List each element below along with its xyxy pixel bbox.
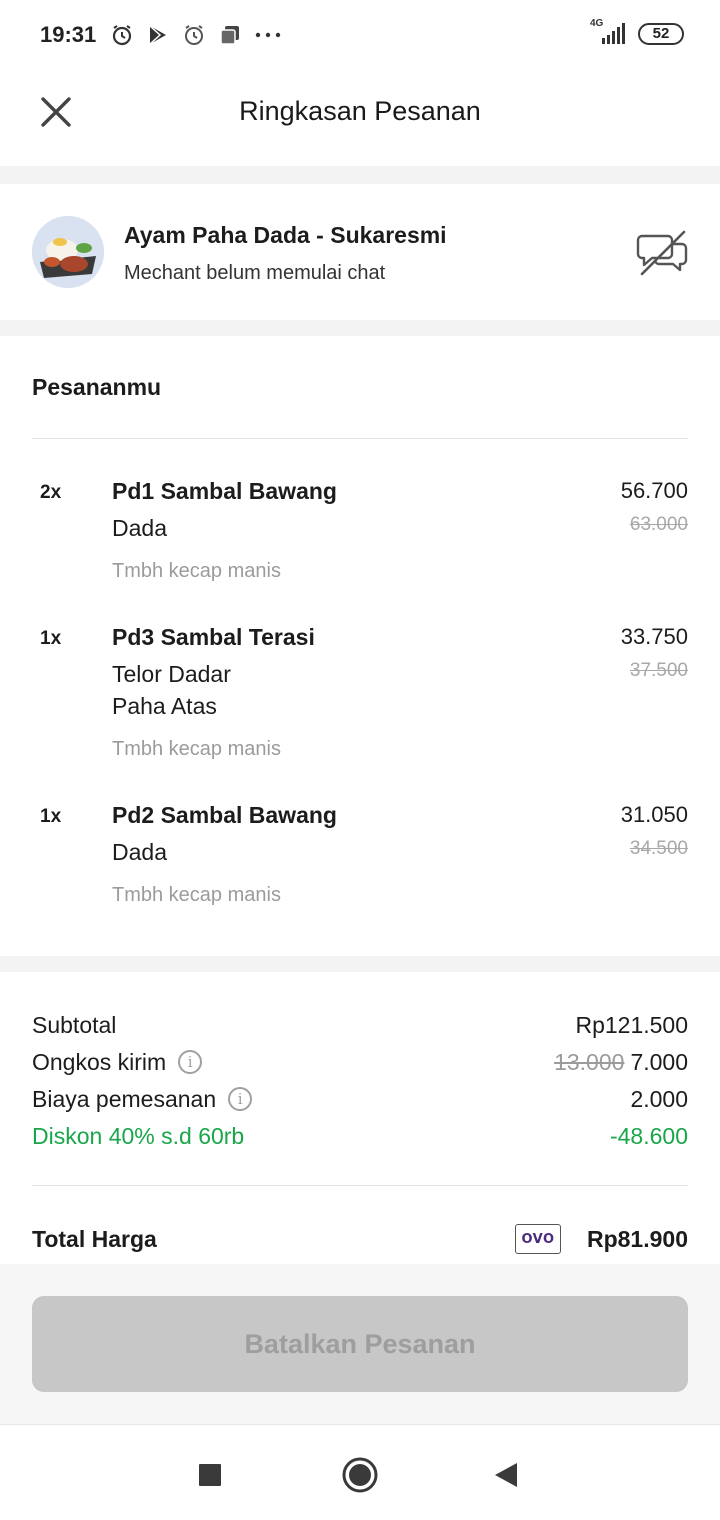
messages-icon [220, 26, 240, 45]
payment-summary: Subtotal Rp121.500 Ongkos kirim i 13.000… [0, 972, 720, 1264]
footer-actions: Batalkan Pesanan [0, 1264, 720, 1424]
status-bar: 19:31 4G 52 [0, 0, 720, 70]
divider [32, 438, 688, 439]
item-name: Pd1 Sambal Bawang [112, 478, 337, 504]
total-row: Total Harga OVO Rp81.900 [32, 1222, 688, 1256]
item-quantity: 1x [40, 806, 62, 827]
item-variant: Telor Dadar [112, 661, 231, 687]
section-gap [0, 320, 720, 336]
ovo-payment-badge: OVO [514, 1224, 561, 1254]
section-gap [0, 166, 720, 184]
chat-disabled-icon [636, 230, 688, 276]
battery-indicator: 52 [638, 23, 684, 45]
home-button[interactable] [340, 1455, 380, 1495]
shipping-label: Ongkos kirim [32, 1048, 167, 1075]
shipping-row: Ongkos kirim i 13.000 7.000 [32, 1045, 688, 1079]
merchant-avatar [32, 216, 104, 288]
circle-home-icon [342, 1457, 378, 1493]
subtotal-row: Subtotal Rp121.500 [32, 1008, 688, 1042]
item-note: Tmbh kecap manis [112, 738, 281, 760]
back-triangle-icon [495, 1463, 517, 1487]
merchant-name: Ayam Paha Dada - Sukaresmi [124, 222, 447, 248]
item-variant: Dada [112, 515, 167, 541]
order-card: Pesananmu 2x Pd1 Sambal Bawang Dada Tmbh… [0, 336, 720, 956]
recents-button[interactable] [190, 1455, 230, 1495]
item-original-price: 63.000 [629, 514, 688, 535]
service-fee-label: Biaya pemesanan [32, 1085, 217, 1112]
status-time: 19:31 [40, 22, 97, 47]
back-button[interactable] [486, 1455, 526, 1495]
play-store-icon [149, 25, 167, 45]
item-price: 56.700 [620, 478, 688, 503]
item-quantity: 1x [40, 628, 62, 649]
total-value: Rp81.900 [586, 1225, 688, 1252]
merchant-chat-status: Mechant belum memulai chat [124, 262, 386, 284]
shipping-value: 7.000 [630, 1048, 688, 1075]
order-section-title: Pesananmu [32, 374, 162, 400]
section-gap [0, 956, 720, 972]
merchant-card: Ayam Paha Dada - Sukaresmi Mechant belum… [0, 184, 720, 320]
page-title: Ringkasan Pesanan [239, 96, 481, 126]
info-icon[interactable]: i [228, 1087, 253, 1111]
service-fee-row: Biaya pemesanan i 2.000 [32, 1082, 688, 1116]
item-name: Pd3 Sambal Terasi [112, 624, 315, 650]
signal-icon: 4G [588, 18, 628, 48]
item-name: Pd2 Sambal Bawang [112, 802, 337, 828]
cancel-order-button[interactable]: Batalkan Pesanan [32, 1296, 688, 1392]
more-dots-icon [256, 32, 281, 38]
discount-value: -48.600 [609, 1122, 688, 1149]
divider [32, 1185, 688, 1186]
service-fee-value: 2.000 [630, 1085, 688, 1112]
subtotal-label: Subtotal [32, 1011, 117, 1038]
item-note: Tmbh kecap manis [112, 560, 281, 582]
item-original-price: 34.500 [629, 838, 688, 859]
item-note: Tmbh kecap manis [112, 884, 281, 906]
total-label: Total Harga [32, 1225, 157, 1252]
item-variant: Dada [112, 839, 167, 865]
item-price: 33.750 [620, 624, 688, 649]
item-variant: Paha Atas [112, 693, 217, 719]
subtotal-value: Rp121.500 [575, 1011, 688, 1038]
status-notification-icons [110, 23, 282, 47]
food-image [32, 216, 104, 288]
info-icon[interactable]: i [178, 1050, 203, 1074]
discount-row: Diskon 40% s.d 60rb -48.600 [32, 1119, 688, 1153]
discount-label: Diskon 40% s.d 60rb [32, 1122, 245, 1149]
alarm-clock-icon [185, 25, 204, 45]
alarm-icon [113, 25, 132, 46]
shipping-original-price: 13.000 [554, 1048, 625, 1075]
status-system-icons: 4G 52 [588, 18, 684, 48]
item-quantity: 2x [40, 482, 62, 503]
square-icon [199, 1464, 221, 1486]
app-header: Ringkasan Pesanan [0, 70, 720, 166]
system-nav-bar [0, 1424, 720, 1520]
chat-button[interactable] [636, 228, 690, 278]
item-price: 31.050 [620, 802, 688, 827]
item-original-price: 37.500 [629, 660, 688, 681]
